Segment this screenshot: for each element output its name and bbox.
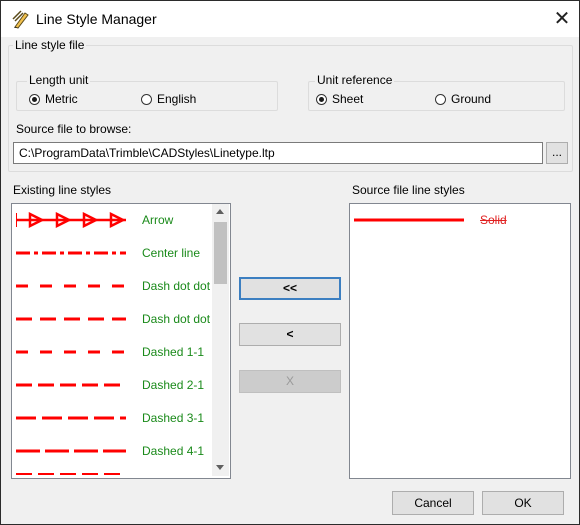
dashed-3-1-swatch <box>16 416 126 420</box>
list-item-label: Center line <box>142 246 201 260</box>
line-style-file-label: Line style file <box>13 38 87 52</box>
metric-label: Metric <box>45 92 78 106</box>
list-item-label: Dash dot dot <box>142 312 211 326</box>
list-item-label: Solid <box>480 213 507 227</box>
browse-button[interactable]: ... <box>546 142 568 164</box>
close-button[interactable]: ✕ <box>549 7 575 31</box>
dash-dot-dot-swatch <box>16 284 126 288</box>
scroll-up-icon[interactable] <box>216 209 224 214</box>
source-line-styles-label: Source file line styles <box>352 183 465 197</box>
unit-reference-label: Unit reference <box>315 73 395 87</box>
radio-selected-icon <box>29 93 40 105</box>
list-item-label: Dashed 3-1 <box>142 411 205 425</box>
list-item-dash-dot-dot[interactable]: Dash dot dot <box>12 270 222 303</box>
source-file-label: Source file to browse: <box>16 122 132 136</box>
list-item-label: Dash dot dot <box>142 279 211 293</box>
line-style-manager-window: Line Style Manager ✕ Line style file Len… <box>0 0 580 525</box>
copy-button[interactable]: < <box>239 323 341 346</box>
vertical-scrollbar[interactable] <box>212 204 229 476</box>
list-item-dash-dot-dot-2[interactable]: Dash dot dot <box>12 303 222 336</box>
list-item-dashed-3-1[interactable]: Dashed 3-1 <box>12 402 222 435</box>
arrow-line-swatch <box>16 212 126 228</box>
dash-dot-dot-swatch <box>16 317 126 321</box>
radio-unselected-icon <box>435 93 446 105</box>
title-bar: Line Style Manager ✕ <box>1 1 579 37</box>
pen-icon <box>12 10 29 29</box>
existing-line-styles-list[interactable]: Arrow Center line Dash dot dot Dash dot … <box>11 203 231 479</box>
copy-all-button[interactable]: << <box>239 277 341 300</box>
dashed-2-1-swatch <box>16 383 126 387</box>
length-unit-label: Length unit <box>27 73 91 87</box>
ground-label: Ground <box>451 92 492 106</box>
english-radio[interactable]: English <box>141 92 196 106</box>
source-file-path-input[interactable]: C:\ProgramData\Trimble\CADStyles\Linetyp… <box>13 142 543 164</box>
delete-button[interactable]: X <box>239 370 341 393</box>
list-item-solid[interactable]: Solid <box>350 204 560 237</box>
scroll-down-icon[interactable] <box>216 465 224 470</box>
cancel-button[interactable]: Cancel <box>392 491 474 515</box>
radio-unselected-icon <box>141 93 152 105</box>
list-item-dashed-1-1[interactable]: Dashed 1-1 <box>12 336 222 369</box>
list-item-center-line[interactable]: Center line <box>12 237 222 270</box>
list-item-arrow[interactable]: Arrow <box>12 204 222 237</box>
solid-line-swatch <box>354 218 464 222</box>
existing-line-styles-label: Existing line styles <box>13 183 112 197</box>
list-item-label: Dashed 4-1 <box>142 444 205 458</box>
sheet-label: Sheet <box>332 92 364 106</box>
source-line-styles-list[interactable]: Solid <box>349 203 571 479</box>
list-item-label: Dashed 2-1 <box>142 378 205 392</box>
partial-line-swatch <box>16 473 126 475</box>
center-line-swatch <box>16 251 126 255</box>
list-item-label: Arrow <box>142 213 174 227</box>
dashed-4-1-swatch <box>16 449 126 453</box>
radio-selected-icon <box>316 93 327 105</box>
scrollbar-thumb[interactable] <box>214 222 227 284</box>
sheet-radio[interactable]: Sheet <box>316 92 363 106</box>
ground-radio[interactable]: Ground <box>435 92 491 106</box>
ok-button[interactable]: OK <box>482 491 564 515</box>
english-label: English <box>157 92 197 106</box>
list-item-label: Dashed 1-1 <box>142 345 205 359</box>
dashed-1-1-swatch <box>16 350 126 354</box>
list-item-dashed-4-1[interactable]: Dashed 4-1 <box>12 435 222 468</box>
list-item-dashed-2-1[interactable]: Dashed 2-1 <box>12 369 222 402</box>
window-title: Line Style Manager <box>36 11 157 27</box>
metric-radio[interactable]: Metric <box>29 92 78 106</box>
close-icon: ✕ <box>553 8 571 30</box>
